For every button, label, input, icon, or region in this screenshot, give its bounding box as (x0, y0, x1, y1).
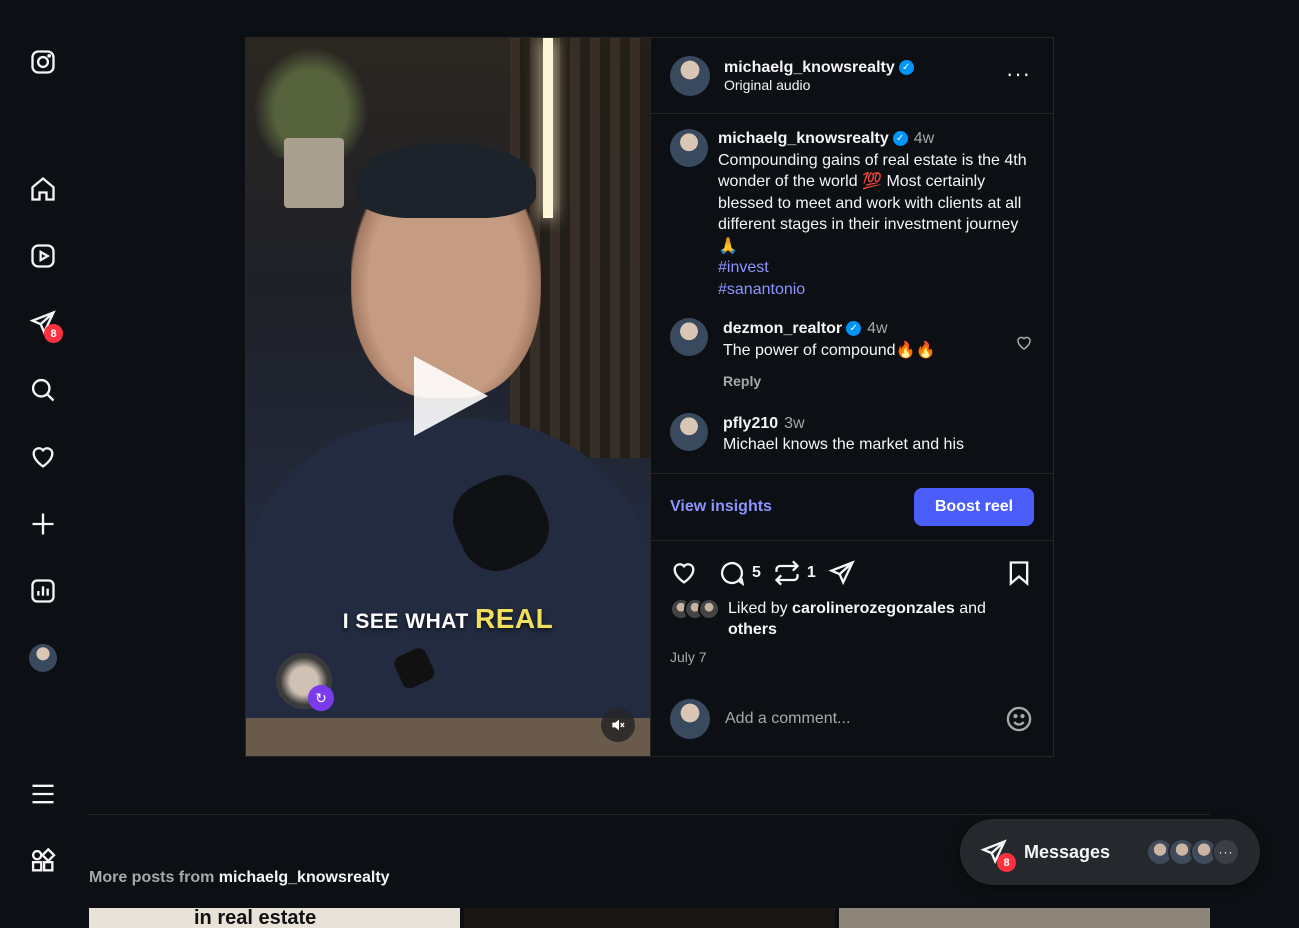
comment-text: Michael knows the market and his (723, 436, 964, 453)
verified-icon: ✓ (898, 59, 914, 75)
create-icon[interactable] (27, 508, 59, 540)
author-username[interactable]: michaelg_knowsrealty (724, 59, 895, 76)
insights-icon[interactable] (27, 575, 59, 607)
unread-badge: 8 (44, 324, 63, 343)
remix-icon: ↻ (308, 685, 334, 711)
more-apps-icon[interactable] (27, 845, 59, 877)
messages-icon-wrap: 8 (980, 838, 1016, 872)
muted-speaker-icon (612, 719, 625, 731)
verified-icon: ✓ (846, 321, 862, 337)
person-hair (356, 143, 536, 218)
more-posts-username[interactable]: michaelg_knowsrealty (219, 869, 390, 886)
caption-username[interactable]: michaelg_knowsrealty (718, 130, 889, 147)
caption-item: michaelg_knowsrealty ✓ 4w Compounding gain… (670, 129, 1033, 300)
sidebar: 8 (0, 0, 86, 924)
caption-time: 4w (913, 130, 935, 147)
post-thumbnail[interactable] (464, 908, 835, 928)
emoji-icon[interactable] (1005, 705, 1033, 733)
comment-text: The power of compound🔥🔥 (723, 341, 936, 359)
more-posts-grid: in real estate (89, 908, 1210, 928)
play-icon[interactable] (414, 356, 488, 436)
messages-label: Messages (1024, 841, 1111, 862)
like-comment-icon[interactable] (1015, 334, 1033, 352)
commenter-username[interactable]: pfly210 (723, 415, 778, 432)
verified-icon: ✓ (892, 131, 908, 147)
comment-icon[interactable] (718, 559, 746, 587)
insights-row: View insights Boost reel (651, 473, 1053, 541)
reel-post: I SEE WHAT REAL ↻ michaelg_knowsrealty ✓ … (245, 37, 1054, 757)
video-caption-text: I SEE WHAT (342, 610, 469, 633)
commenter-avatar[interactable] (670, 318, 708, 356)
audio-label[interactable]: Original audio (724, 77, 914, 93)
repost-icon[interactable] (773, 559, 801, 587)
boost-reel-button[interactable]: Boost reel (914, 488, 1034, 526)
caption-author-avatar[interactable] (670, 129, 708, 167)
background-light (543, 38, 553, 218)
liker-avatar (698, 598, 720, 620)
liked-by-joiner: and (959, 600, 986, 617)
section-divider (89, 814, 1210, 815)
comments-list[interactable]: michaelg_knowsrealty ✓ 4w Compounding gain… (651, 115, 1053, 473)
reply-button[interactable]: Reply (723, 371, 761, 393)
author-avatar[interactable] (670, 55, 710, 96)
comment-count: 5 (752, 564, 761, 581)
video-caption: I SEE WHAT REAL (246, 603, 650, 635)
thumbnail-text: in real estate (194, 908, 317, 928)
post-date[interactable]: July 7 (670, 649, 707, 665)
instagram-logo-icon[interactable] (27, 46, 59, 78)
messages-badge: 8 (997, 853, 1016, 872)
post-thumbnail[interactable] (839, 908, 1210, 928)
reels-icon[interactable] (27, 240, 59, 272)
background-pot (284, 138, 344, 208)
caption-text: Compounding gains of real estate is the … (718, 151, 1027, 255)
hashtag-link[interactable]: #invest (718, 257, 1033, 279)
post-side-panel: michaelg_knowsrealty ✓ Original audio ···… (650, 38, 1053, 756)
more-options-button[interactable]: ··· (1006, 63, 1031, 85)
liked-by-prefix: Liked by (728, 600, 788, 617)
more-posts-prefix: More posts from (89, 869, 215, 886)
more-conversations-icon: ··· (1212, 838, 1240, 866)
reel-video[interactable]: I SEE WHAT REAL ↻ (246, 38, 650, 756)
post-thumbnail[interactable]: in real estate (89, 908, 460, 928)
direct-messages-icon[interactable]: 8 (27, 307, 63, 343)
menu-icon[interactable] (27, 778, 59, 810)
comment-time: 3w (784, 414, 805, 432)
search-icon[interactable] (27, 374, 59, 406)
comment-item: dezmon_realtor ✓ 4w The power of compound🔥… (670, 318, 1033, 393)
mute-button[interactable] (601, 708, 635, 742)
liked-by-others[interactable]: others (728, 621, 777, 638)
video-caption-highlight: REAL (475, 603, 554, 634)
profile-avatar[interactable] (27, 642, 59, 674)
comment-item: pfly210 3w Michael knows the market and h… (670, 412, 1033, 456)
save-bookmark-icon[interactable] (1005, 559, 1033, 587)
liker-avatars (670, 598, 724, 620)
comment-time: 4w (867, 320, 888, 337)
desk (246, 718, 650, 756)
add-comment-bar (651, 682, 1053, 756)
liked-by-username[interactable]: carolinerozegonzales (792, 600, 955, 617)
hashtag-link[interactable]: #sanantonio (718, 279, 1033, 301)
commenter-username[interactable]: dezmon_realtor (723, 320, 842, 337)
repost-count: 1 (806, 564, 816, 581)
like-icon[interactable] (670, 559, 698, 587)
messages-avatars: ··· (1146, 838, 1240, 866)
home-icon[interactable] (27, 173, 59, 205)
messages-button[interactable]: 8 Messages ··· (960, 819, 1260, 885)
comment-input[interactable] (725, 710, 1005, 728)
post-header: michaelg_knowsrealty ✓ Original audio ··· (651, 38, 1053, 114)
view-insights-link[interactable]: View insights (670, 498, 772, 516)
post-actions: 5 1 (670, 556, 1033, 590)
notifications-heart-icon[interactable] (27, 441, 59, 473)
share-icon[interactable] (828, 559, 856, 587)
current-user-avatar (670, 699, 710, 739)
liked-by: Liked by carolinerozegonzales and others (670, 598, 1033, 640)
commenter-avatar[interactable] (670, 412, 708, 451)
more-posts-heading: More posts from michaelg_knowsrealty (89, 869, 390, 887)
